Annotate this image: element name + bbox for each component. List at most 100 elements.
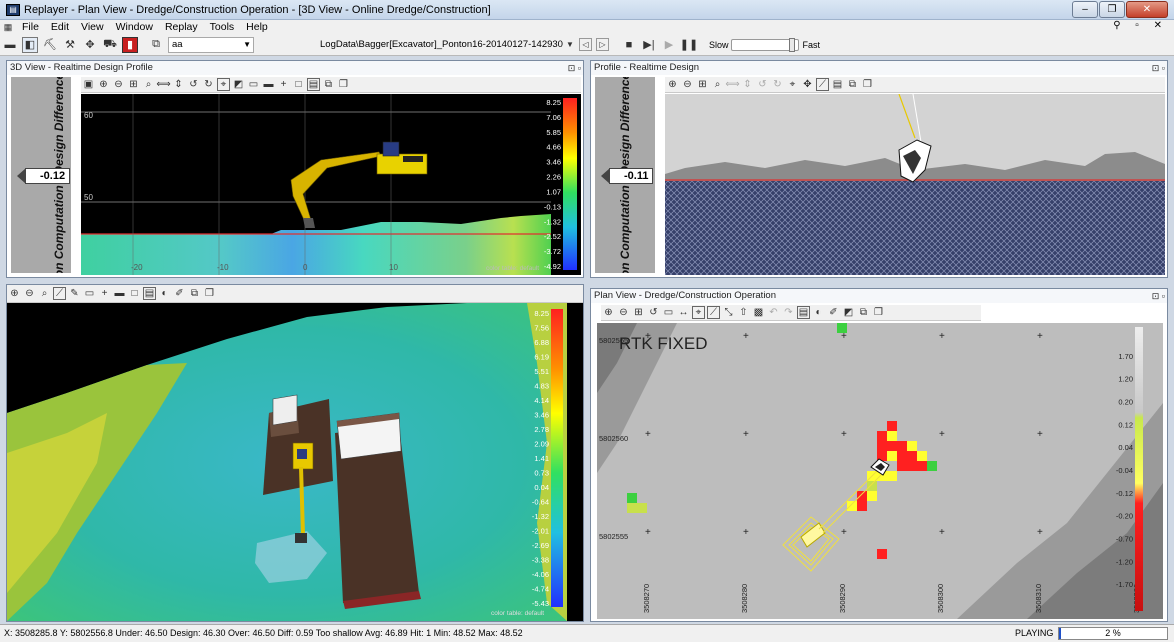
zoom-extent-icon[interactable]: ⊞ [632,306,645,319]
camera-icon[interactable]: ▬ [2,37,18,53]
ruler-icon[interactable]: ▭ [662,306,675,319]
document-icon[interactable]: ▦ [2,22,14,32]
stop-button[interactable]: ■ [621,37,637,53]
pin-icon[interactable]: ⊡ ▫ [568,61,581,75]
zoom-in-icon[interactable]: ⊕ [602,306,615,319]
rotate-left-icon[interactable]: ↺ [647,306,660,319]
copy-window-icon[interactable]: ⧉ [857,306,870,319]
draw-line-icon[interactable]: ⤡ [722,306,735,319]
speed-slider-thumb[interactable] [789,37,796,52]
box-icon[interactable]: □ [292,78,305,91]
mdi-controls[interactable]: ⚲ ▫ ✕ [1113,20,1168,31]
paint-icon[interactable]: ✐ [827,306,840,319]
prev-file-button[interactable]: ◁ [578,38,592,51]
new-window-icon[interactable]: ❐ [337,78,350,91]
pan-horizontal-icon[interactable]: ⟺ [156,78,170,91]
speed-slider[interactable] [731,37,800,52]
select-icon[interactable]: ⌖ [786,78,799,91]
zoom-in-icon[interactable]: ⊕ [8,287,21,300]
view-icon[interactable]: ▣ [82,78,95,91]
zoom-window-icon[interactable]: ⌕ [38,287,51,300]
pause-button[interactable]: ❚❚ [680,37,698,53]
pan-vertical-icon[interactable]: ⇕ [172,78,185,91]
crane-tool-icon[interactable]: ⚒ [62,37,78,53]
layout-icon[interactable]: ◧ [22,36,38,53]
measure-icon[interactable]: ⟋ [53,287,66,300]
restore-button[interactable]: ❐ [1099,1,1125,18]
color-table-icon[interactable]: ▤ [307,78,320,91]
undo-icon[interactable]: ↶ [767,306,780,319]
new-window-icon[interactable]: ❐ [861,78,874,91]
zoom-out-icon[interactable]: ⊖ [23,287,36,300]
zoom-out-icon[interactable]: ⊖ [617,306,630,319]
crosshair-icon[interactable]: + [98,287,111,300]
zoom-out-icon[interactable]: ⊖ [112,78,125,91]
menu-help[interactable]: Help [240,21,274,33]
new-window-icon[interactable]: ❐ [872,306,885,319]
zoom-in-icon[interactable]: ⊕ [666,78,679,91]
playback-progress[interactable]: 2 % [1058,627,1168,640]
pin-icon[interactable]: ⊡ ▫ [1152,61,1165,75]
pan-vertical-icon[interactable]: ⇕ [741,78,754,91]
redo-icon[interactable]: ↷ [782,306,795,319]
profile-view[interactable] [665,94,1165,275]
copy-window-icon[interactable]: ⧉ [846,78,859,91]
rotate-right-icon[interactable]: ↻ [202,78,215,91]
box-icon[interactable]: □ [128,287,141,300]
menu-edit[interactable]: Edit [45,21,75,33]
palette-icon[interactable]: ◐ [812,306,825,319]
ruler-icon[interactable]: ▭ [83,287,96,300]
zoom-in-icon[interactable]: ⊕ [97,78,110,91]
copy-window-icon[interactable]: ⧉ [188,287,201,300]
pan-icon[interactable]: ↔ [677,306,690,319]
highlight-icon[interactable]: ✎ [68,287,81,300]
paint-icon[interactable]: ✐ [173,287,186,300]
layers-icon[interactable]: ◩ [232,78,245,91]
excavator-tool-icon[interactable]: ⛏ [42,37,58,53]
zoom-extent-icon[interactable]: ⊞ [127,78,140,91]
play-button[interactable]: ▶ [661,37,677,53]
close-button[interactable]: ✕ [1126,1,1168,18]
palette-icon[interactable]: ◐ [158,287,171,300]
move-icon[interactable]: ✥ [801,78,814,91]
menu-file[interactable]: File [16,21,45,33]
select-icon[interactable]: ⌖ [692,306,705,319]
color-table-icon[interactable]: ▤ [831,78,844,91]
color-table-icon[interactable]: ▤ [797,306,810,319]
menu-replay[interactable]: Replay [159,21,204,33]
link-icon[interactable]: ⧉ [148,37,164,53]
3d-scene[interactable]: 8.25 7.56 6.88 6.19 5.51 4.83 4.14 3.46 2.78 2.09… [7,303,583,621]
truck-tool-icon[interactable]: ⛟ [102,37,118,53]
pan-horizontal-icon[interactable]: ⟺ [725,78,739,91]
select-icon[interactable]: ⌖ [217,78,230,91]
color-table-icon[interactable]: ▤ [143,287,156,300]
camera-icon[interactable]: ▬ [262,78,275,91]
move-tool-icon[interactable]: ✥ [82,37,98,53]
ruler-icon[interactable]: ▭ [247,78,260,91]
source-combo[interactable]: aa ▼ [168,36,254,53]
zoom-window-icon[interactable]: ⌕ [142,78,155,91]
zoom-extent-icon[interactable]: ⊞ [696,78,709,91]
zoom-window-icon[interactable]: ⌕ [711,78,724,91]
copy-window-icon[interactable]: ⧉ [322,78,335,91]
menu-view[interactable]: View [75,21,110,33]
minimize-button[interactable]: – [1072,1,1098,18]
pin-icon[interactable]: ⊡ ▫ [1152,289,1165,303]
measure-icon[interactable]: ⟋ [816,78,829,91]
plan-map[interactable]: +++++++++++++++ RTK FIXED 5802565 580256… [597,323,1163,619]
zoom-out-icon[interactable]: ⊖ [681,78,694,91]
record-icon[interactable]: ▮ [122,36,138,53]
menu-window[interactable]: Window [110,21,159,33]
rotate-right-icon[interactable]: ↻ [771,78,784,91]
rotate-left-icon[interactable]: ↺ [187,78,200,91]
app-icon[interactable]: ▤ [6,3,20,16]
next-file-button[interactable]: ▷ [595,38,609,51]
profile-chart[interactable]: 60 50 -20 -10 0 10 8.25 7.06 5.85 4.66 3.46 2… [81,94,581,275]
new-window-icon[interactable]: ❐ [203,287,216,300]
menu-tools[interactable]: Tools [204,21,241,33]
rotate-left-icon[interactable]: ↺ [756,78,769,91]
step-forward-button[interactable]: ▶| [641,37,657,53]
camera-icon[interactable]: ▬ [113,287,126,300]
chart-settings-icon[interactable]: ▩ [752,306,765,319]
measure-icon[interactable]: ⟋ [707,306,720,319]
